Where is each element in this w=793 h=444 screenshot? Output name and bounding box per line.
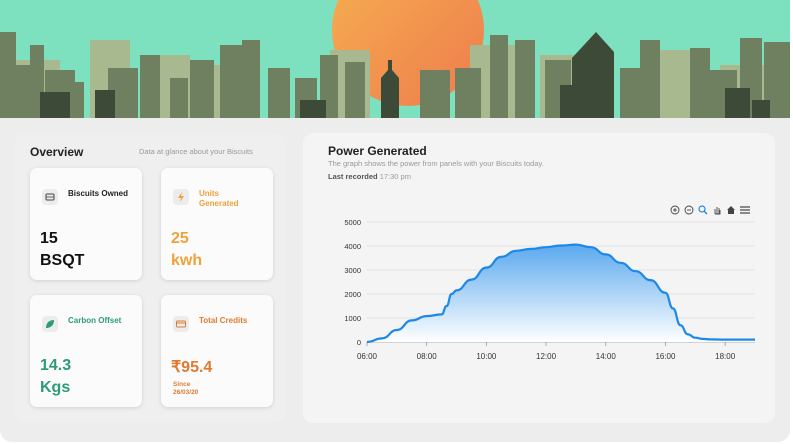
card-value: ₹95.4 bbox=[171, 359, 213, 376]
x-tick-label: 12:00 bbox=[536, 352, 557, 361]
biscuit-icon bbox=[42, 189, 58, 205]
y-tick-label: 3000 bbox=[344, 266, 361, 275]
y-tick-label: 5000 bbox=[344, 218, 361, 227]
x-tick-label: 18:00 bbox=[715, 352, 736, 361]
y-tick-label: 0 bbox=[357, 338, 361, 347]
since-label: Since bbox=[173, 381, 191, 388]
leaf-icon bbox=[42, 316, 58, 332]
skyline-illustration bbox=[0, 0, 790, 118]
carbon-offset-card[interactable]: Carbon Offset 14.3 Kgs bbox=[30, 295, 142, 407]
lightning-icon bbox=[173, 189, 189, 205]
credit-card-icon bbox=[173, 316, 189, 332]
card-unit: kwh bbox=[171, 252, 203, 269]
card-value: 14.3 bbox=[40, 357, 72, 374]
card-label: Biscuits Owned bbox=[68, 189, 129, 198]
credits-since: Since 26/03/20 bbox=[173, 381, 198, 397]
x-tick-label: 10:00 bbox=[476, 352, 497, 361]
x-tick-label: 08:00 bbox=[417, 352, 438, 361]
overview-subtitle: Data at glance about your Biscuits bbox=[139, 147, 253, 156]
overview-panel: Overview Data at glance about your Biscu… bbox=[15, 133, 285, 423]
biscuits-owned-card[interactable]: Biscuits Owned 15 BSQT bbox=[30, 168, 142, 280]
app-frame: Overview Data at glance about your Biscu… bbox=[0, 0, 790, 442]
card-value: 15 bbox=[40, 230, 58, 247]
card-label: Total Credits bbox=[199, 316, 248, 325]
units-generated-card[interactable]: Units Generated 25 kwh bbox=[161, 168, 273, 280]
overview-title: Overview bbox=[30, 145, 84, 159]
card-label: Carbon Offset bbox=[68, 316, 122, 325]
x-tick-label: 06:00 bbox=[357, 352, 378, 361]
card-value: 25 bbox=[171, 230, 189, 247]
card-unit: Kgs bbox=[40, 379, 71, 396]
x-tick-label: 16:00 bbox=[655, 352, 676, 361]
y-tick-label: 4000 bbox=[344, 242, 361, 251]
power-area-fill bbox=[367, 244, 755, 342]
y-tick-label: 1000 bbox=[344, 314, 361, 323]
city-skyline-banner bbox=[0, 0, 790, 118]
total-credits-card[interactable]: Total Credits ₹95.4 Since 26/03/20 bbox=[161, 295, 273, 407]
y-tick-label: 2000 bbox=[344, 290, 361, 299]
card-unit: BSQT bbox=[40, 252, 85, 269]
power-chart: 0 1000 2000 3000 4000 5000 06:00 08:00 10:00 12:… bbox=[344, 218, 755, 361]
power-generated-panel: Power Generated The graph shows the powe… bbox=[303, 133, 775, 423]
x-tick-label: 14:00 bbox=[596, 352, 617, 361]
since-date: 26/03/20 bbox=[173, 389, 199, 396]
card-label: Units Generated bbox=[199, 189, 239, 208]
